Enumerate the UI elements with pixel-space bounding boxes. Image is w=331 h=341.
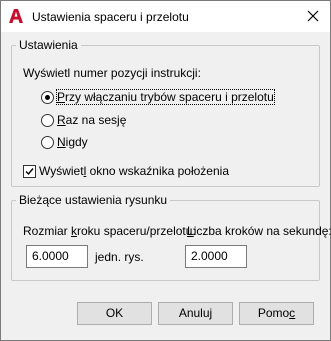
steps-per-second-label: Liczba kroków na sekundę: (187, 224, 331, 238)
radio-never-label[interactable]: Nigdy (57, 135, 88, 149)
step-size-input[interactable]: 6.0000 (26, 245, 88, 268)
position-locator-checkbox[interactable] (23, 165, 36, 178)
radio-never[interactable] (41, 136, 54, 149)
dialog-window: Ustawienia spaceru i przelotu Ustawienia… (0, 0, 331, 341)
ok-button[interactable]: OK (77, 302, 152, 325)
radio-on-mode-enable-label[interactable]: Przy włączaniu trybów spaceru i przelotu (56, 89, 275, 105)
radio-once-per-session[interactable] (41, 114, 54, 127)
radio-once-per-session-label[interactable]: Raz na sesję (57, 113, 126, 127)
close-icon (307, 10, 319, 22)
position-locator-label[interactable]: Wyświetl okno wskaźnika położenia (39, 164, 229, 178)
autocad-a-icon (8, 8, 24, 24)
help-button[interactable]: Pomoc (239, 302, 314, 325)
step-size-unit: jedn. rys. (95, 250, 144, 264)
drawing-settings-legend: Bieżące ustawienia rysunku (19, 193, 168, 207)
cancel-button[interactable]: Anuluj (158, 302, 233, 325)
steps-per-second-input[interactable]: 2.0000 (185, 245, 247, 268)
radio-on-mode-enable[interactable] (41, 91, 54, 104)
settings-group-legend: Ustawienia (19, 38, 78, 52)
close-button[interactable] (300, 4, 326, 28)
checkmark-icon (25, 168, 34, 176)
window-title: Ustawienia spaceru i przelotu (32, 10, 189, 24)
step-size-label: Rozmiar kroku spaceru/przelotu: (23, 224, 196, 238)
display-number-label: Wyświetl numer pozycji instrukcji: (23, 66, 201, 80)
title-bar[interactable]: Ustawienia spaceru i przelotu (1, 1, 330, 32)
